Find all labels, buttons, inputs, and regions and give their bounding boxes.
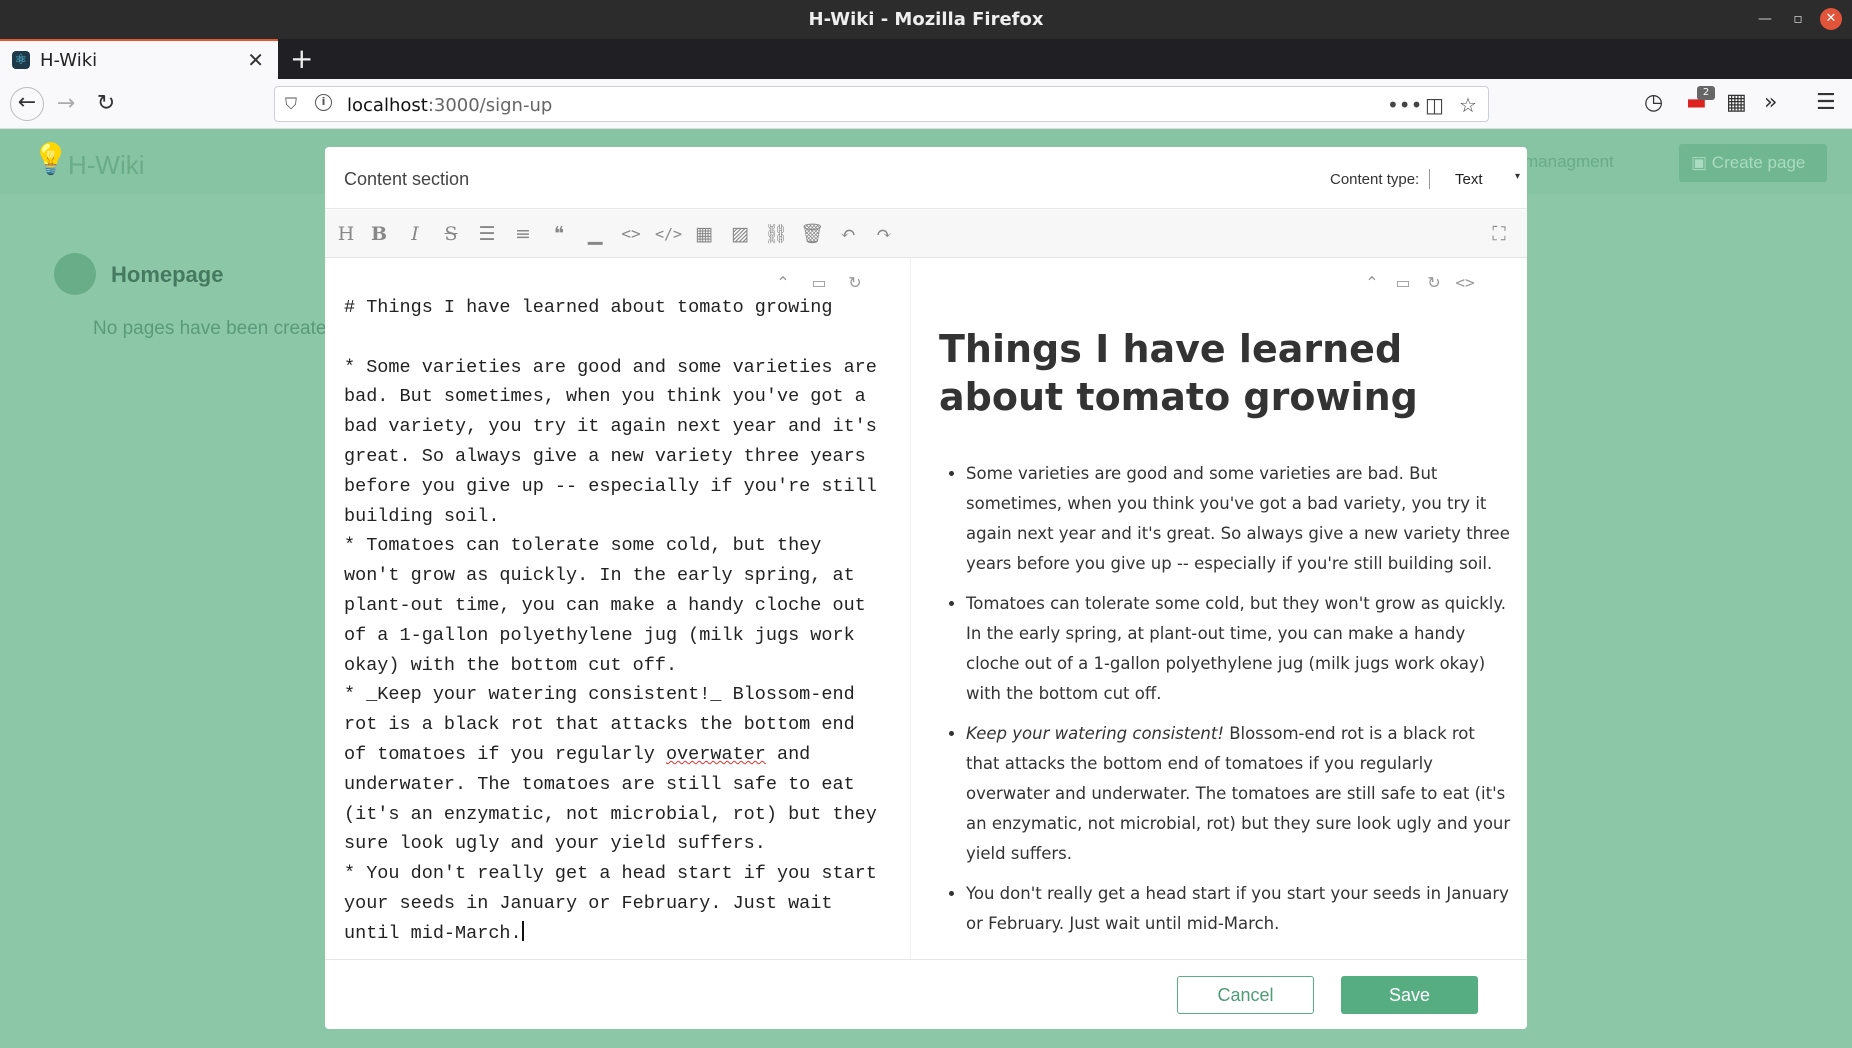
editor-line-item-4: * You don't really get a head start if y… (344, 863, 888, 944)
pocket-icon[interactable]: ◫ (1425, 93, 1444, 117)
close-window-icon[interactable]: ✕ (1820, 8, 1842, 30)
window-titlebar: H-Wiki - Mozilla Firefox — ▫ ✕ (0, 0, 1852, 39)
preview-item: Some varieties are good and some varieti… (966, 459, 1511, 579)
bullet-list-icon[interactable]: ☰ (475, 222, 499, 246)
redo-icon[interactable]: ↷ (872, 222, 896, 246)
table-icon[interactable]: ▦ (692, 222, 716, 246)
markdown-preview: ⌃ ▭ ↻ <> Things I have learned about tom… (910, 259, 1527, 959)
quote-icon[interactable]: ❝ (547, 222, 571, 246)
collapse-chevron-icon[interactable]: ⌃ (772, 273, 794, 292)
notification-badge: 2 (1697, 86, 1715, 100)
bold-icon[interactable]: B (367, 222, 391, 246)
create-page-button[interactable]: ▣ Create page (1679, 144, 1827, 182)
content-type-divider (1429, 169, 1430, 189)
forward-icon[interactable]: → (52, 91, 80, 116)
tab-h-wiki[interactable]: ⚛ H-Wiki ✕ (0, 39, 278, 79)
homepage-title[interactable]: Homepage (111, 262, 223, 288)
lightbulb-logo-icon: 💡 (32, 142, 70, 177)
sync-scroll-icon[interactable]: ↻ (844, 273, 866, 292)
maximize-icon[interactable]: ▫ (1787, 8, 1809, 30)
preview-item: You don't really get a head start if you… (966, 879, 1511, 939)
url-host: localhost (347, 95, 428, 116)
react-favicon-icon: ⚛ (12, 51, 30, 69)
create-page-label: Create page (1711, 153, 1806, 172)
apps-grid-icon[interactable]: ▦ (1726, 90, 1747, 115)
preview-item: Tomatoes can tolerate some cold, but the… (966, 589, 1511, 709)
heading-icon[interactable]: H (334, 222, 358, 246)
site-info-icon[interactable]: i (315, 94, 332, 111)
new-tab-icon[interactable]: + (290, 42, 313, 75)
no-pages-message: No pages have been create (93, 318, 327, 339)
desktop-preview-icon[interactable]: ▭ (1392, 273, 1414, 292)
app-name: H-Wiki (68, 150, 145, 180)
save-button[interactable]: Save (1341, 976, 1478, 1014)
navigation-toolbar: ← → ↻ ⛉ i localhost:3000/sign-up ••• ◫ ☆… (0, 79, 1852, 129)
fullscreen-icon[interactable]: ⛶ (1487, 222, 1511, 246)
editor-line-item-2: * Tomatoes can tolerate some cold, but t… (344, 535, 877, 676)
url-path: :3000/sign-up (427, 95, 553, 116)
content-type-select[interactable]: Text (1455, 171, 1483, 188)
html-source-icon[interactable]: <> (1454, 273, 1476, 292)
desktop-preview-icon[interactable]: ▭ (808, 273, 830, 292)
preview-emphasis: Keep your watering consistent! (966, 724, 1224, 743)
editor-textarea[interactable]: # Things I have learned about tomato gro… (344, 293, 884, 949)
overflow-chevron-icon[interactable]: » (1764, 90, 1777, 115)
preview-item: Keep your watering consistent! Blossom-e… (966, 719, 1511, 869)
horizontal-rule-icon[interactable]: ▁ (583, 222, 607, 246)
image-icon[interactable]: ▨ (728, 222, 752, 246)
preview-list: Some varieties are good and some varieti… (966, 459, 1511, 949)
url-text[interactable]: localhost:3000/sign-up (347, 95, 552, 116)
inline-code-icon[interactable]: <> (619, 222, 643, 246)
cancel-button[interactable]: Cancel (1177, 976, 1314, 1014)
reload-icon[interactable]: ↻ (92, 91, 120, 116)
close-tab-icon[interactable]: ✕ (247, 48, 264, 72)
address-bar[interactable]: ⛉ i localhost:3000/sign-up ••• ◫ ☆ (274, 86, 1489, 122)
content-type-label: Content type: (1330, 171, 1420, 188)
italic-icon[interactable]: I (403, 222, 427, 246)
content-section-modal: Content section Content type: Text ▾ H B… (325, 147, 1527, 1029)
page-actions-icon[interactable]: ••• (1387, 93, 1422, 117)
markdown-toolbar: H B I S ☰ ≡ ❝ ▁ <> </> ▦ ▨ ⛓ 🗑 ↶ ↷ ⛶ (325, 210, 1527, 258)
misspelled-word: overwater (665, 743, 766, 765)
minimize-icon[interactable]: — (1754, 8, 1776, 30)
modal-footer: Cancel Save (325, 959, 1527, 1029)
tab-label: H-Wiki (40, 50, 98, 71)
modal-header: Content section Content type: Text ▾ (325, 147, 1527, 209)
preview-item-text: Blossom-end rot is a black rot that atta… (966, 724, 1511, 863)
markdown-editor[interactable]: ⌃ ▭ ↻ # Things I have learned about toma… (325, 259, 895, 959)
preview-heading: Things I have learned about tomato growi… (939, 327, 1418, 419)
menu-icon[interactable]: ☰ (1816, 90, 1836, 115)
collapse-chevron-icon[interactable]: ⌃ (1361, 273, 1383, 292)
undo-icon[interactable]: ↶ (836, 222, 860, 246)
nav-managment[interactable]: managment (1524, 152, 1614, 172)
window-title: H-Wiki - Mozilla Firefox (808, 9, 1044, 30)
dropdown-caret-icon[interactable]: ▾ (1515, 171, 1520, 182)
editor-line-heading: # Things I have learned about tomato gro… (344, 297, 833, 318)
strikethrough-icon[interactable]: S (439, 222, 463, 246)
tab-strip: ⚛ H-Wiki ✕ + (0, 39, 1852, 79)
bookmark-star-icon[interactable]: ☆ (1459, 93, 1477, 117)
sync-scroll-icon[interactable]: ↻ (1423, 273, 1445, 292)
code-block-icon[interactable]: </> (655, 222, 682, 246)
link-icon[interactable]: ⛓ (764, 222, 788, 246)
text-caret (521, 920, 524, 941)
numbered-list-icon[interactable]: ≡ (511, 222, 535, 246)
back-icon[interactable]: ← (10, 87, 44, 121)
homepage-avatar (54, 253, 96, 295)
modal-title: Content section (344, 169, 470, 189)
trash-icon[interactable]: 🗑 (800, 222, 824, 246)
history-icon[interactable]: ◷ (1644, 90, 1663, 115)
tracking-shield-icon[interactable]: ⛉ (285, 94, 297, 114)
editor-line-item-1: * Some varieties are good and some varie… (344, 356, 888, 527)
